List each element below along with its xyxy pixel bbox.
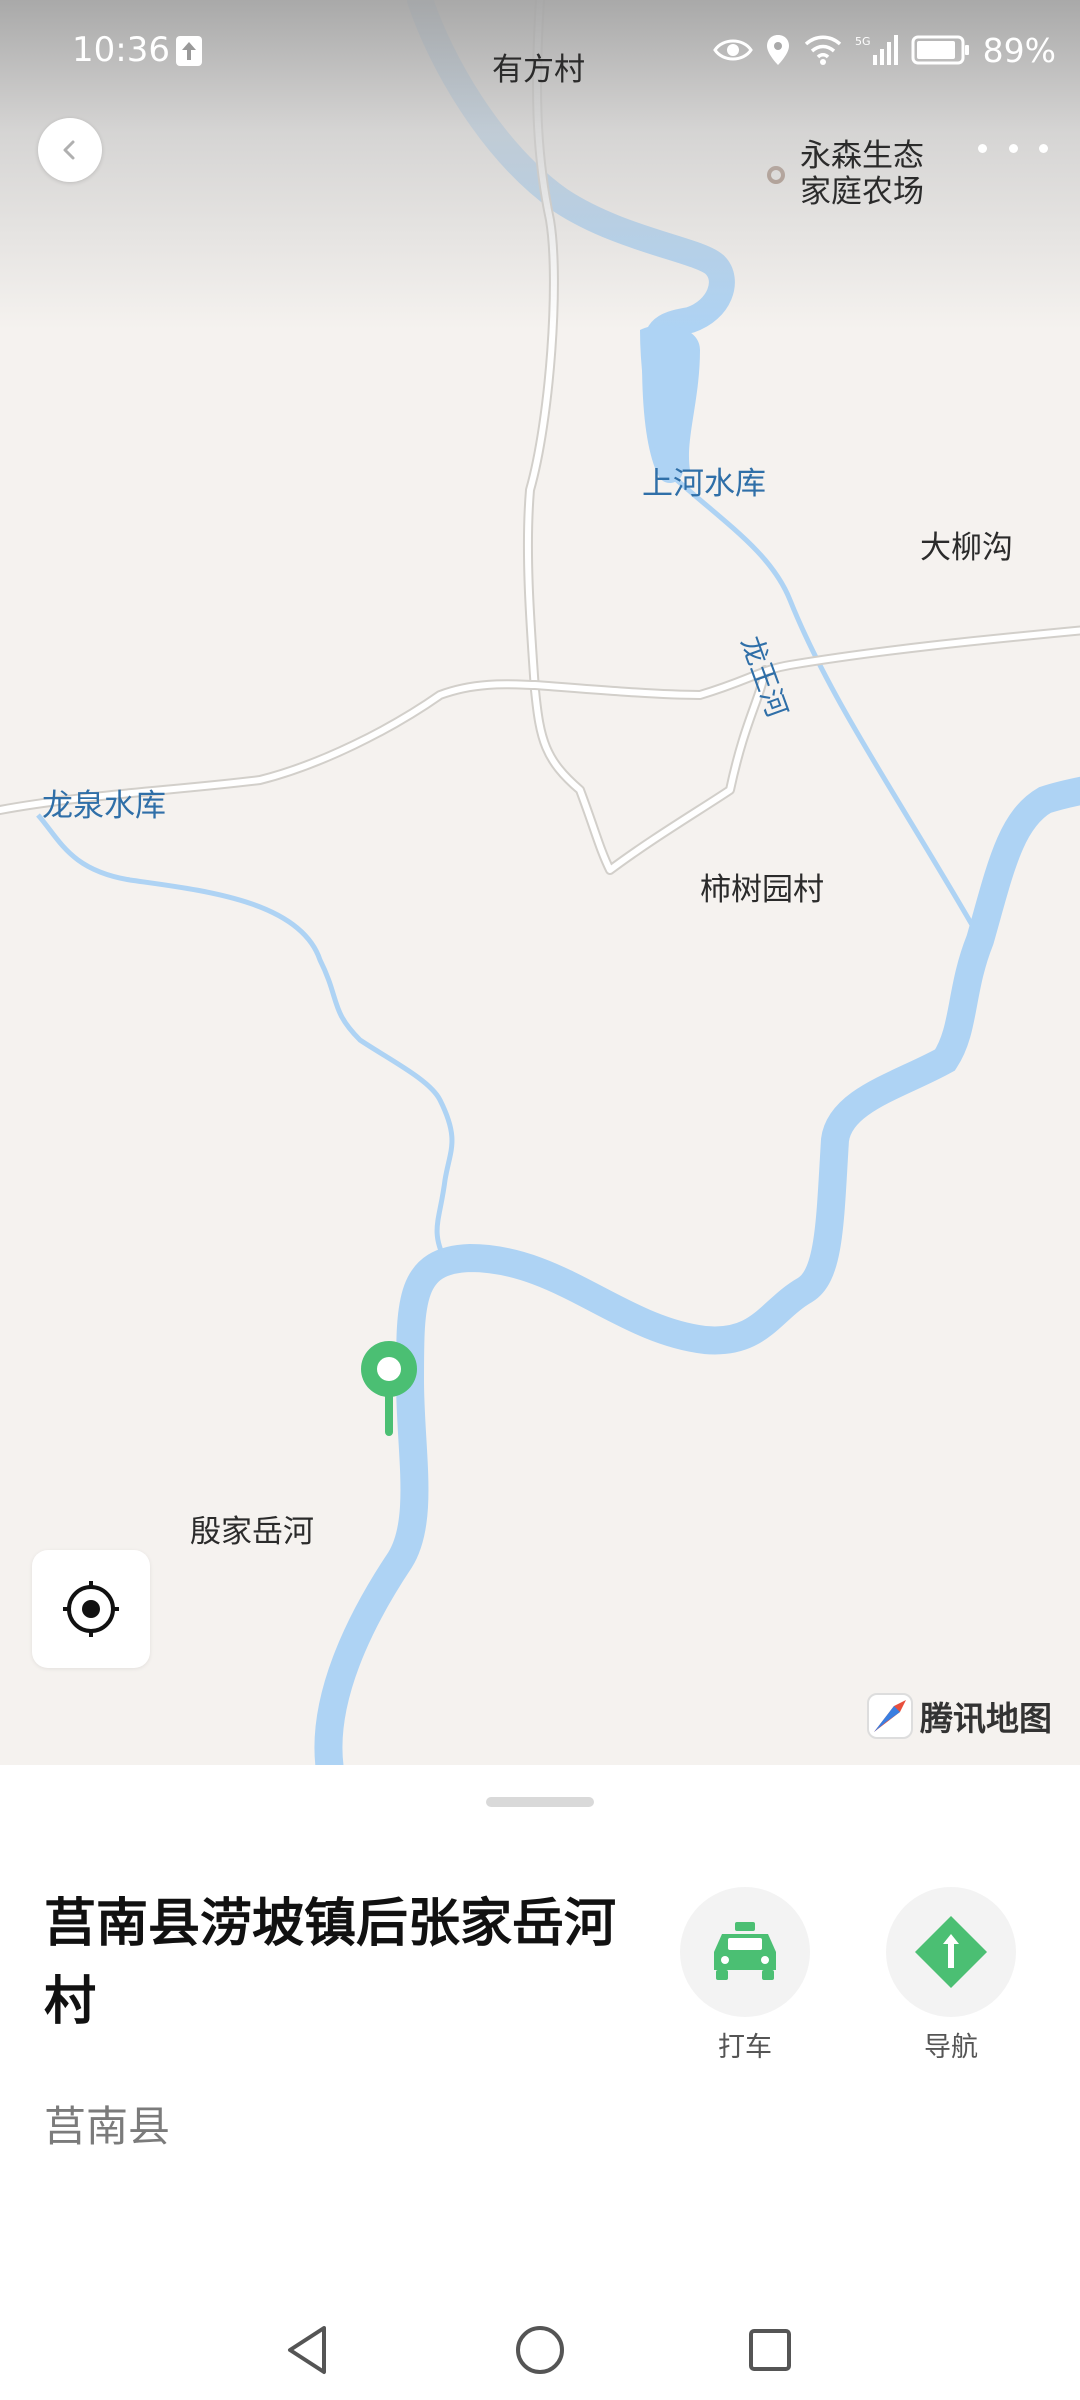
navigation-label: 导航 [924, 2032, 978, 2063]
recents-square-icon [749, 2329, 791, 2371]
label-yinjiayuehe: 殷家岳河 [190, 1514, 314, 1550]
upload-icon [176, 36, 202, 66]
battery-percent: 89% [982, 30, 1056, 70]
system-home-button[interactable] [510, 2320, 570, 2380]
wifi-icon [804, 35, 841, 65]
river-left [36, 813, 455, 1262]
reservoir-shanghe [640, 325, 700, 470]
system-back-button[interactable] [278, 2320, 338, 2380]
back-triangle-icon [288, 2326, 326, 2374]
sheet-drag-handle[interactable] [486, 1797, 594, 1807]
tencent-map-brand: 腾讯地图 [866, 1690, 1052, 1742]
status-bar: 10:36 5G 89% [0, 0, 1080, 100]
system-recents-button[interactable] [740, 2320, 800, 2380]
navigation-button-circle[interactable] [886, 1887, 1016, 2017]
taxi-button[interactable]: 打车 [680, 1887, 810, 2064]
place-subtitle: 莒南县 [44, 2102, 171, 2151]
tencent-map-logo-icon [867, 1693, 913, 1739]
label-yongsen-farm[interactable]: 永森生态 家庭农场 [800, 138, 924, 210]
label-shanghe-reservoir: 上河水库 [642, 466, 766, 502]
brand-name: 腾讯地图 [920, 1699, 1052, 1738]
taxi-icon [714, 1922, 776, 1980]
battery-icon [911, 35, 969, 65]
more-dot-icon [1039, 143, 1048, 153]
taxi-label: 打车 [718, 2032, 772, 2063]
crosshair-icon [63, 1581, 119, 1637]
more-dot-icon [978, 143, 987, 153]
home-circle-icon [516, 2326, 564, 2374]
locate-me-button[interactable] [32, 1550, 150, 1668]
label-shishuyuan: 柿树园村 [700, 872, 824, 908]
status-icons: 5G 89% [712, 26, 1056, 74]
signal-icon: 5G [855, 35, 898, 65]
map-view[interactable]: 有方村 永森生态 家庭农场 上河水库 大柳沟 龙王河 龙泉水库 柿树园村 殷家岳… [0, 0, 1080, 1765]
place-title: 莒南县涝坡镇后张家岳河村 [44, 1894, 617, 2032]
taxi-button-circle[interactable] [680, 1887, 810, 2017]
navigation-button[interactable]: 导航 [886, 1887, 1016, 2064]
label-longquan-reservoir: 龙泉水库 [42, 788, 166, 824]
more-dot-icon [1008, 143, 1018, 153]
label-daliugou: 大柳沟 [920, 530, 1013, 566]
system-navigation-bar [0, 2290, 1080, 2400]
more-menu-button[interactable] [978, 130, 1048, 166]
back-button[interactable] [38, 118, 102, 182]
status-time: 10:36 [72, 30, 170, 70]
svg-text:5G: 5G [855, 35, 871, 48]
place-detail-sheet[interactable]: 莒南县涝坡镇后张家岳河村 莒南县 打车 导航 [0, 1765, 1080, 2400]
river-main [314, 776, 1080, 1765]
location-pin-icon [766, 35, 789, 65]
chevron-left-icon [63, 140, 75, 160]
navigation-icon [915, 1916, 987, 1988]
eye-icon [712, 39, 753, 61]
